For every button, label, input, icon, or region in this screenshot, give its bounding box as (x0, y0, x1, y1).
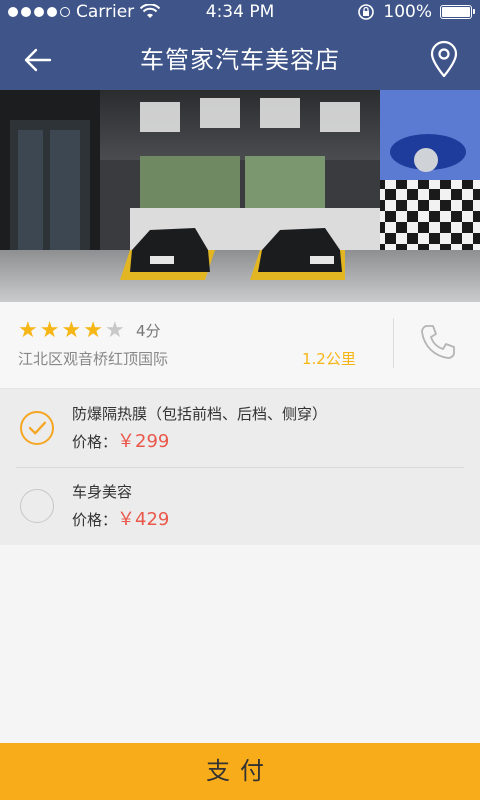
option-item[interactable]: 车身美容 价格：￥429 (0, 467, 480, 545)
shop-distance: 1.2公里 (302, 350, 356, 368)
rotation-lock-icon (358, 4, 375, 20)
star-icon: ★ (39, 318, 60, 343)
shop-photo (0, 90, 480, 302)
option-title: 防爆隔热膜（包括前档、后档、侧穿） (72, 405, 328, 423)
rating-stars: ★ ★ ★ ★ ★ (18, 318, 125, 344)
star-icon: ★ (61, 318, 82, 343)
service-options: 防爆隔热膜（包括前档、后档、侧穿） 价格：￥299 车身美容 价格：￥429 (0, 389, 480, 545)
star-icon: ★ (83, 318, 103, 343)
option-title: 车身美容 (72, 483, 133, 501)
price-amount: ￥299 (117, 431, 170, 452)
phone-icon[interactable] (418, 322, 458, 362)
pay-button[interactable]: 支付 (0, 743, 480, 800)
status-right: 100% (357, 0, 475, 24)
header: Carrier 4:34 PM 100% 车管家汽车美容店 (0, 0, 480, 90)
page-title: 车管家汽车美容店 (140, 46, 340, 74)
battery-percent: 100% (383, 2, 432, 22)
status-bar: Carrier 4:34 PM 100% (0, 0, 480, 24)
checked-circle-icon[interactable] (20, 411, 54, 445)
rating-score: 4分 (136, 322, 161, 340)
price-label: 价格： (72, 433, 118, 451)
option-price: 价格：￥429 (72, 509, 169, 531)
star-empty-icon: ★ (104, 318, 125, 343)
divider (393, 318, 394, 368)
battery-icon (440, 5, 475, 19)
shop-info: ★ ★ ★ ★ ★ 4分 江北区观音桥红顶国际 1.2公里 (0, 302, 480, 389)
unchecked-circle-icon[interactable] (20, 489, 54, 523)
shop-address: 江北区观音桥红顶国际 (18, 350, 169, 368)
location-pin-icon[interactable] (426, 40, 462, 80)
price-label: 价格： (72, 511, 118, 529)
star-icon: ★ (18, 318, 38, 343)
price-amount: ￥429 (117, 509, 170, 530)
option-item[interactable]: 防爆隔热膜（包括前档、后档、侧穿） 价格：￥299 (0, 389, 480, 468)
option-price: 价格：￥299 (72, 431, 169, 453)
